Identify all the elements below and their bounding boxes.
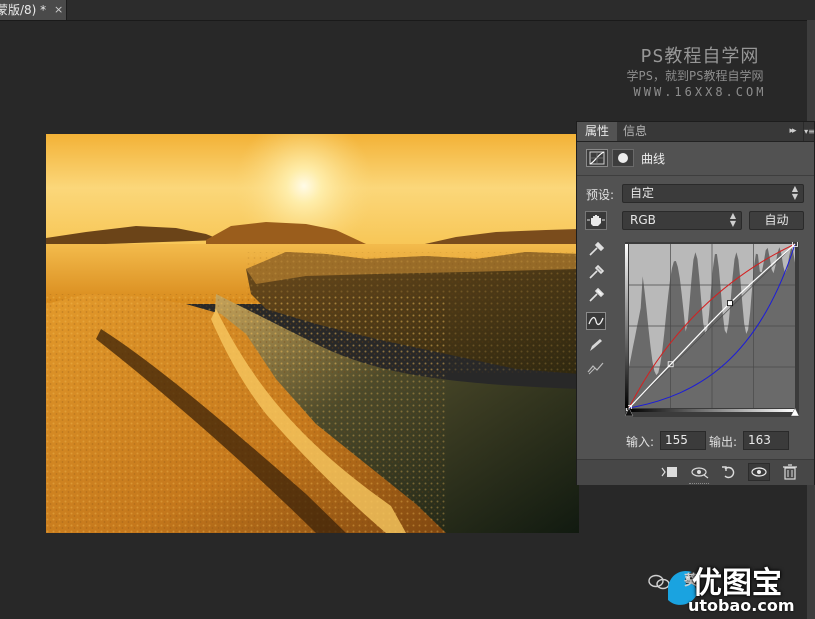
- eyedropper-gray-icon[interactable]: [586, 263, 606, 281]
- mask-dot-icon: [618, 153, 628, 163]
- curves-svg: [624, 241, 800, 417]
- document-tab-title: 蒙版/8) *: [0, 3, 47, 17]
- preset-value: 自定: [630, 186, 655, 200]
- reset-icon[interactable]: [719, 463, 741, 481]
- watermark-url: WWW.16XX8.COM: [633, 85, 767, 99]
- view-previous-icon[interactable]: [689, 463, 711, 481]
- close-tab-icon[interactable]: ×: [54, 0, 63, 20]
- layer-mask-icon[interactable]: [612, 149, 634, 167]
- smooth-curve-icon[interactable]: [586, 312, 606, 330]
- divider: [577, 175, 814, 176]
- tab-info[interactable]: 信息: [617, 122, 653, 141]
- input-label: 输入:: [626, 435, 655, 449]
- canvas-photo[interactable]: [46, 134, 579, 533]
- collapse-panel-icon[interactable]: ▸▸: [782, 122, 802, 141]
- auto-button[interactable]: 自动: [749, 211, 804, 230]
- panel-menu-icon[interactable]: ▾≡: [803, 122, 815, 141]
- curve-control-point: [727, 300, 733, 307]
- updown-arrow-icon: ▲ ▼: [791, 184, 798, 201]
- eyedropper-black-icon[interactable]: [586, 240, 606, 258]
- preset-dropdown[interactable]: 自定 ▲ ▼: [622, 184, 804, 203]
- smooth-points-icon[interactable]: [586, 359, 606, 377]
- site-logo: 葵 优图宝 utobao.com: [648, 556, 815, 619]
- input-value-field[interactable]: 155: [660, 431, 706, 450]
- tab-properties[interactable]: 属性: [577, 122, 617, 141]
- preset-label: 预设:: [586, 188, 615, 202]
- targeted-adjustment-icon[interactable]: [585, 211, 607, 230]
- clip-to-layer-icon[interactable]: [659, 463, 681, 481]
- visibility-icon[interactable]: [748, 463, 770, 481]
- channel-dropdown[interactable]: RGB ▲ ▼: [622, 211, 742, 230]
- adjustment-title: 曲线: [641, 152, 666, 166]
- panel-header: 属性 信息 ▸▸ ▾≡: [577, 122, 815, 142]
- curves-graph[interactable]: [624, 241, 800, 417]
- eyedropper-white-icon[interactable]: [586, 286, 606, 304]
- trash-icon[interactable]: [779, 463, 801, 481]
- panel-footer: [577, 459, 814, 485]
- logo-url: utobao.com: [688, 596, 795, 615]
- output-value-field[interactable]: 163: [743, 431, 789, 450]
- landscape-image: [46, 134, 579, 533]
- channel-value: RGB: [630, 213, 656, 227]
- resize-grip[interactable]: [689, 483, 709, 486]
- output-label: 输出:: [709, 435, 738, 449]
- properties-panel: 属性 信息 ▸▸ ▾≡ 曲线 预设: 自定 ▲ ▼ RGB ▲ ▼ 自动 输入:…: [576, 121, 815, 485]
- document-tab[interactable]: 蒙版/8) * ×: [0, 0, 67, 20]
- pencil-icon[interactable]: [586, 336, 606, 354]
- output-gradient-bar: [625, 244, 628, 408]
- input-gradient-bar: [629, 409, 795, 412]
- document-tab-bar: 蒙版/8) * ×: [0, 0, 815, 21]
- updown-arrow-icon: ▲ ▼: [729, 211, 736, 228]
- watermark-subtitle: 学PS，就到PS教程自学网: [626, 69, 764, 83]
- curves-adjustment-icon[interactable]: [586, 149, 608, 167]
- watermark-title: PS教程自学网: [640, 46, 760, 67]
